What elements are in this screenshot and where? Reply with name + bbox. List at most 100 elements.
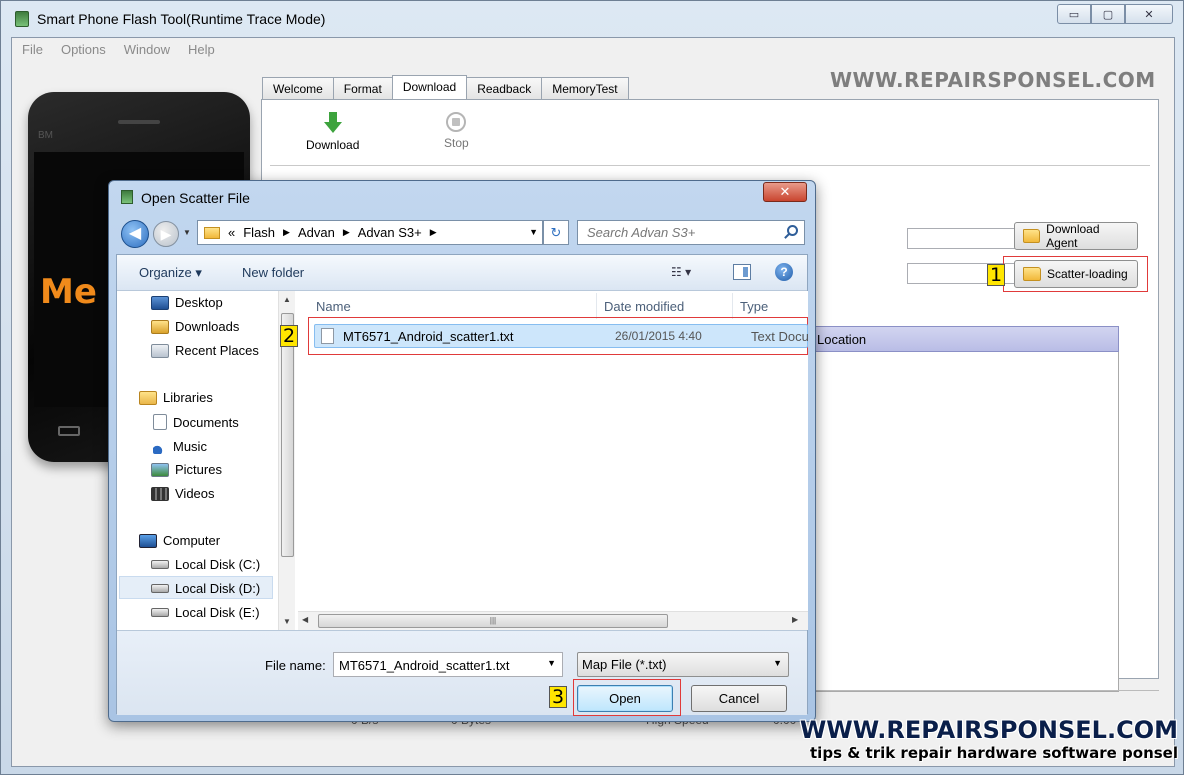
menu-options[interactable]: Options — [61, 38, 114, 62]
menu-file[interactable]: File — [22, 38, 51, 62]
organize-button[interactable]: Organize ▾ — [139, 265, 202, 281]
watermark-url: WWW.REPAIRSPONSEL.COM — [799, 716, 1178, 744]
disk-icon — [151, 608, 169, 617]
nav-item-music[interactable]: Music — [153, 438, 207, 454]
breadcrumb-advan[interactable]: Advan — [298, 225, 335, 240]
tab-download[interactable]: Download — [391, 75, 468, 99]
column-separator[interactable] — [596, 293, 597, 319]
step-marker-3: 3 — [549, 686, 567, 708]
nav-item-recent-places[interactable]: Recent Places — [151, 343, 259, 358]
nav-item-label: Documents — [173, 414, 239, 430]
preview-pane-icon[interactable] — [733, 264, 751, 280]
step-marker-1: 1 — [987, 264, 1005, 286]
folder-icon — [204, 226, 220, 239]
documents-icon — [153, 414, 167, 430]
nav-item-local-disk-e[interactable]: Local Disk (E:) — [151, 605, 260, 620]
breadcrumb-advan-s3[interactable]: Advan S3+ — [358, 225, 422, 240]
menu-window[interactable]: Window — [124, 38, 178, 62]
nav-item-desktop[interactable]: Desktop — [151, 295, 223, 310]
command-bar: Organize ▾ New folder ☷ ▾ ? — [117, 255, 807, 291]
nav-item-label: Recent Places — [175, 343, 259, 358]
forward-arrow-icon[interactable]: ▶ — [153, 221, 179, 247]
nav-item-computer[interactable]: Computer — [139, 533, 220, 548]
watermark-bottom: WWW.REPAIRSPONSEL.COM tips & trik repair… — [788, 716, 1178, 762]
scroll-left-icon[interactable]: ◀ — [302, 615, 308, 624]
recent-places-icon — [151, 343, 169, 358]
nav-item-label: Videos — [175, 486, 215, 501]
help-icon[interactable]: ? — [775, 263, 793, 281]
watermark-top: WWW.REPAIRSPONSEL.COM — [830, 68, 1156, 92]
download-label: Download — [306, 138, 360, 152]
close-button[interactable]: ✕ — [1125, 4, 1173, 24]
dialog-content: Organize ▾ New folder ☷ ▾ ? Desktop Down… — [116, 254, 809, 716]
file-row[interactable]: MT6571_Android_scatter1.txt 26/01/2015 4… — [314, 324, 809, 348]
nav-item-local-disk-c[interactable]: Local Disk (C:) — [151, 557, 260, 572]
open-button[interactable]: Open — [577, 685, 673, 712]
search-input[interactable]: Search Advan S3+ — [577, 220, 805, 245]
nav-item-label: Pictures — [175, 462, 222, 477]
minimize-button[interactable]: ▭ — [1057, 4, 1091, 24]
chevron-down-icon[interactable]: ▼ — [547, 658, 556, 668]
pictures-icon — [151, 462, 169, 477]
nav-item-documents[interactable]: Documents — [153, 414, 239, 430]
nav-item-downloads[interactable]: Downloads — [151, 319, 239, 334]
tab-welcome[interactable]: Welcome — [262, 77, 334, 99]
column-separator[interactable] — [732, 293, 733, 319]
cancel-button[interactable]: Cancel — [691, 685, 787, 712]
breadcrumb-flash[interactable]: Flash — [243, 225, 275, 240]
search-icon[interactable] — [787, 225, 798, 236]
tab-strip: Welcome Format Download Readback MemoryT… — [262, 75, 629, 99]
music-icon — [153, 438, 167, 454]
nav-item-label: Local Disk (D:) — [175, 581, 261, 596]
breadcrumb-prefix[interactable]: « — [228, 225, 235, 240]
tab-memorytest[interactable]: MemoryTest — [541, 77, 629, 99]
dialog-footer: File name: MT6571_Android_scatter1.txt ▼… — [117, 630, 807, 716]
file-name: MT6571_Android_scatter1.txt — [343, 329, 514, 344]
refresh-icon[interactable]: ↻ — [543, 220, 569, 245]
scroll-down-icon[interactable]: ▼ — [283, 617, 291, 626]
download-button[interactable]: Download — [306, 112, 359, 152]
app-icon — [15, 11, 29, 27]
file-name-input[interactable]: MT6571_Android_scatter1.txt ▼ — [333, 652, 563, 677]
nav-scroll-thumb[interactable] — [281, 313, 294, 557]
menu-bar: File Options Window Help — [12, 38, 1174, 62]
nav-item-label: Music — [173, 438, 207, 454]
maximize-button[interactable]: ▢ — [1091, 4, 1125, 24]
tab-format[interactable]: Format — [332, 77, 393, 99]
chevron-right-icon[interactable]: ▶ — [283, 227, 290, 238]
stop-button[interactable]: Stop — [444, 112, 469, 150]
nav-item-libraries[interactable]: Libraries — [139, 390, 213, 405]
phone-brand: BM — [38, 130, 53, 141]
nav-item-local-disk-d[interactable]: Local Disk (D:) — [151, 581, 260, 596]
nav-item-pictures[interactable]: Pictures — [151, 462, 222, 477]
new-folder-button[interactable]: New folder — [242, 265, 304, 280]
scroll-up-icon[interactable]: ▲ — [283, 295, 291, 304]
nav-item-label: Desktop — [175, 295, 223, 310]
chevron-down-icon[interactable]: ▼ — [529, 227, 538, 237]
chevron-down-icon[interactable]: ▼ — [773, 658, 782, 668]
nav-item-label: Libraries — [163, 390, 213, 405]
chevron-right-icon[interactable]: ▶ — [343, 227, 350, 238]
scroll-right-icon[interactable]: ▶ — [792, 615, 798, 624]
horizontal-scroll-thumb[interactable]: ||| — [318, 614, 668, 628]
scatter-loading-button[interactable]: Scatter-loading — [1014, 260, 1138, 288]
title-bar: Smart Phone Flash Tool(Runtime Trace Mod… — [1, 1, 1183, 37]
location-column-header[interactable]: Location — [792, 326, 1119, 352]
window-title: Smart Phone Flash Tool(Runtime Trace Mod… — [37, 11, 326, 27]
chevron-right-icon[interactable]: ▶ — [430, 227, 437, 238]
recent-locations-dropdown-icon[interactable]: ▼ — [183, 228, 191, 237]
file-type-filter-select[interactable]: Map File (*.txt) ▼ — [577, 652, 789, 677]
download-agent-button[interactable]: Download Agent — [1014, 222, 1138, 250]
back-arrow-icon[interactable]: ◀ — [121, 220, 149, 248]
address-bar[interactable]: « Flash ▶ Advan ▶ Advan S3+ ▶ ▼ — [197, 220, 543, 245]
dialog-close-button[interactable]: ✕ — [763, 182, 807, 202]
phone-home-button-icon — [58, 426, 80, 436]
dialog-app-icon — [121, 190, 133, 204]
computer-icon — [139, 533, 157, 548]
menu-help[interactable]: Help — [188, 38, 223, 62]
nav-item-videos[interactable]: Videos — [151, 486, 215, 501]
tab-readback[interactable]: Readback — [466, 77, 543, 99]
views-button[interactable]: ☷ ▾ — [671, 265, 691, 279]
file-list-horizontal-scrollbar[interactable]: ◀ ||| ▶ — [298, 611, 808, 630]
toolbar: Download Stop — [270, 100, 1150, 166]
